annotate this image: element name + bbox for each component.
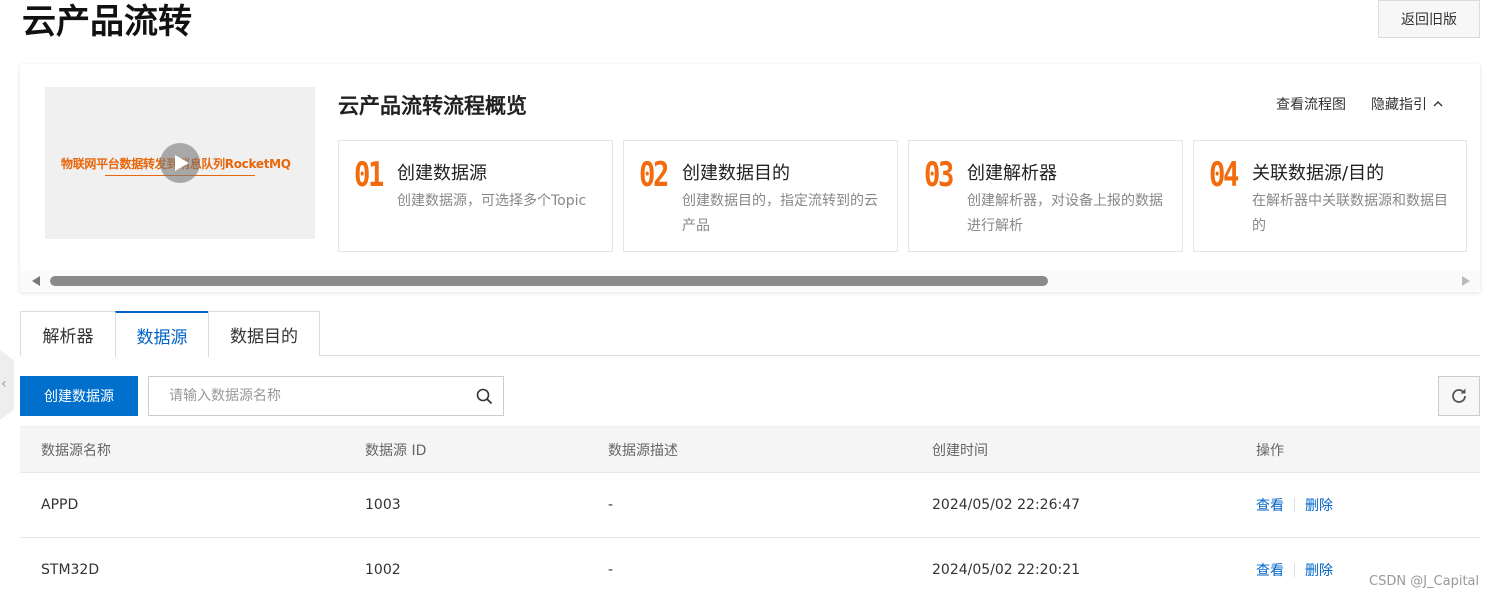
- chevron-up-icon: [1433, 101, 1443, 107]
- tab-data-destination[interactable]: 数据目的: [208, 311, 320, 356]
- view-flow-link[interactable]: 查看流程图: [1276, 94, 1346, 114]
- step-title: 创建数据源: [397, 163, 487, 184]
- search-box: [148, 376, 504, 416]
- step-title: 创建数据目的: [682, 163, 790, 184]
- scroll-left-arrow-icon[interactable]: [32, 276, 40, 286]
- step-number: 04: [1209, 155, 1239, 195]
- guide-title: 云产品流转流程概览: [338, 94, 527, 118]
- table-row: STM32D 1002 - 2024/05/02 22:20:21 查看 删除: [20, 538, 1480, 600]
- table-row: APPD 1003 - 2024/05/02 22:26:47 查看 删除: [20, 473, 1480, 538]
- step-card-3: 03 创建解析器 创建解析器，对设备上报的数据进行解析: [908, 140, 1183, 252]
- cell-desc: -: [608, 497, 614, 513]
- column-header: 数据源描述: [608, 442, 678, 459]
- column-header: 数据源名称: [41, 442, 111, 459]
- delete-link[interactable]: 删除: [1305, 495, 1333, 515]
- play-icon[interactable]: [160, 143, 200, 183]
- cell-desc: -: [608, 562, 614, 578]
- view-link[interactable]: 查看: [1256, 495, 1284, 515]
- step-title: 创建解析器: [967, 163, 1057, 184]
- column-header: 创建时间: [932, 442, 988, 459]
- cell-time: 2024/05/02 22:20:21: [932, 562, 1081, 578]
- step-desc: 创建解析器，对设备上报的数据进行解析: [967, 193, 1163, 234]
- refresh-button[interactable]: [1438, 376, 1480, 416]
- divider: [1294, 563, 1295, 577]
- table-header: 数据源名称 数据源 ID 数据源描述 创建时间 操作: [20, 426, 1480, 473]
- step-desc: 创建数据源，可选择多个Topic: [397, 193, 587, 209]
- tab-parser[interactable]: 解析器: [20, 311, 116, 356]
- scroll-thumb[interactable]: [50, 276, 1048, 286]
- delete-link[interactable]: 删除: [1305, 560, 1333, 580]
- chevron-left-icon: ‹: [1, 376, 7, 392]
- column-header: 操作: [1256, 442, 1284, 459]
- hide-guide-link[interactable]: 隐藏指引: [1371, 94, 1443, 114]
- cell-name: APPD: [41, 497, 79, 513]
- step-number: 03: [924, 155, 954, 195]
- create-data-source-button[interactable]: 创建数据源: [20, 376, 138, 416]
- step-title: 关联数据源/目的: [1252, 163, 1385, 184]
- cell-id: 1003: [365, 497, 401, 513]
- view-link[interactable]: 查看: [1256, 560, 1284, 580]
- cell-actions: 查看 删除: [1256, 538, 1333, 600]
- video-thumbnail[interactable]: 物联网平台数据转发到消息队列RocketMQ: [45, 87, 315, 239]
- search-icon[interactable]: [476, 388, 493, 405]
- cell-id: 1002: [365, 562, 401, 578]
- page-title: 云产品流转: [22, 2, 192, 42]
- step-desc: 在解析器中关联数据源和数据目的: [1252, 193, 1448, 234]
- guide-card: 物联网平台数据转发到消息队列RocketMQ 云产品流转流程概览 查看流程图 隐…: [20, 64, 1480, 292]
- horizontal-scrollbar[interactable]: [20, 271, 1480, 291]
- step-number: 01: [354, 155, 384, 195]
- step-card-2: 02 创建数据目的 创建数据目的，指定流转到的云产品: [623, 140, 898, 252]
- tab-data-source[interactable]: 数据源: [115, 311, 209, 357]
- cell-actions: 查看 删除: [1256, 473, 1333, 537]
- tab-bar: 解析器 数据源 数据目的: [20, 311, 1480, 357]
- cell-time: 2024/05/02 22:26:47: [932, 497, 1081, 513]
- step-card-4: 04 关联数据源/目的 在解析器中关联数据源和数据目的: [1193, 140, 1467, 252]
- step-number: 02: [639, 155, 669, 195]
- scroll-right-arrow-icon[interactable]: [1462, 276, 1470, 286]
- search-input[interactable]: [149, 377, 469, 415]
- refresh-icon: [1452, 388, 1466, 403]
- sidebar-collapse-handle[interactable]: ‹: [0, 350, 14, 420]
- step-desc: 创建数据目的，指定流转到的云产品: [682, 193, 878, 234]
- old-version-button[interactable]: 返回旧版: [1378, 0, 1480, 38]
- data-source-table: 数据源名称 数据源 ID 数据源描述 创建时间 操作 APPD 1003 - 2…: [20, 426, 1480, 600]
- cell-name: STM32D: [41, 562, 100, 578]
- divider: [1294, 498, 1295, 512]
- watermark: CSDN @J_Capital: [1369, 574, 1480, 589]
- step-card-1: 01 创建数据源 创建数据源，可选择多个Topic: [338, 140, 613, 252]
- column-header: 数据源 ID: [365, 442, 427, 459]
